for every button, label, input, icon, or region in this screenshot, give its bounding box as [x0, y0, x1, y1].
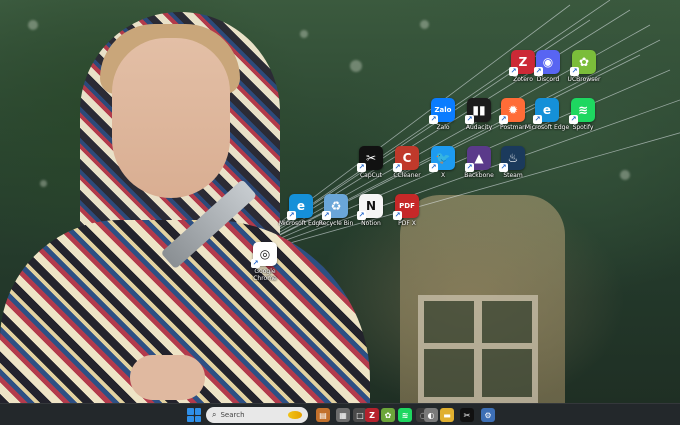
shortcut-arrow-icon: ↗ [393, 211, 402, 220]
backbone-icon: ▲ ↗ [465, 146, 491, 172]
shortcut-arrow-icon: ↗ [429, 163, 438, 172]
twitter-icon: 🐦 ↗ [429, 146, 455, 172]
zalo-glyph: Zalo [434, 106, 452, 114]
search-highlight-icon [288, 411, 302, 419]
backbone-glyph: ▲ [474, 151, 484, 165]
wallpaper-window [418, 295, 538, 403]
ccleaner-glyph: C [402, 151, 412, 165]
taskbar-tb-app-4-icon[interactable]: Z [365, 408, 379, 422]
ucbrowser-icon: ✿ ↗ [570, 50, 596, 76]
desktop-icon-steam[interactable]: ♨ ↗ Steam [490, 146, 536, 179]
search-icon: ⌕ [212, 410, 217, 419]
capcut-icon: ✂ ↗ [357, 146, 383, 172]
desktop-icon-label: Spotify [572, 124, 594, 131]
shortcut-arrow-icon: ↗ [393, 163, 402, 172]
desktop-icon-label: UCBrowser [567, 76, 601, 83]
shortcut-arrow-icon: ↗ [465, 115, 474, 124]
shortcut-arrow-icon: ↗ [251, 259, 260, 268]
taskbar-tb-app-11-icon[interactable]: ⚙ [481, 408, 495, 422]
spotify-icon: ≋ ↗ [569, 98, 595, 124]
taskbar-tb-app-10-icon[interactable]: ✂ [460, 408, 474, 422]
windows-logo-icon [194, 408, 201, 415]
wallpaper-hand [130, 355, 205, 400]
recycle-glyph: ♻ [330, 199, 342, 213]
taskbar-tb-app-5-icon[interactable]: ✿ [381, 408, 395, 422]
pdfx-glyph: PDF [399, 202, 415, 210]
search-placeholder: Search [220, 411, 245, 419]
pdfx-icon: PDF ↗ [393, 194, 419, 220]
postman-icon: ✹ ↗ [499, 98, 525, 124]
ccleaner-icon: C ↗ [393, 146, 419, 172]
desktop-icon-label: CCleaner [393, 172, 421, 179]
shortcut-arrow-icon: ↗ [534, 67, 543, 76]
desktop-icon-chrome[interactable]: ◎ ↗ Google Chrome [242, 242, 288, 282]
zalo-icon: Zalo ↗ [429, 98, 455, 124]
capcut-glyph: ✂ [365, 151, 377, 165]
desktop-icon-label: Zalo [436, 124, 450, 131]
shortcut-arrow-icon: ↗ [570, 67, 579, 76]
twitter-glyph: 🐦 [435, 151, 451, 165]
chrome-icon: ◎ ↗ [251, 242, 277, 268]
desktop-icon-label: Notion [361, 220, 381, 227]
shortcut-arrow-icon: ↗ [569, 115, 578, 124]
windows-logo-icon [194, 415, 201, 422]
taskbar-search-box[interactable]: ⌕ Search [206, 407, 308, 423]
wallpaper-face [112, 38, 230, 198]
edge-mid-icon: e ↗ [287, 194, 313, 220]
audacity-icon: ▮▮ ↗ [465, 98, 491, 124]
bokeh-light [40, 180, 47, 187]
desktop-icon-label: PDF X [398, 220, 416, 227]
taskbar-tb-app-8-icon[interactable]: ◐ [424, 408, 438, 422]
shortcut-arrow-icon: ↗ [429, 115, 438, 124]
taskbar-tb-app-2-icon[interactable]: ▦ [336, 408, 350, 422]
taskbar-tb-app-1-icon[interactable]: ▤ [316, 408, 330, 422]
desktop-icon-label: Audacity [465, 124, 493, 131]
discord-icon: ◉ ↗ [534, 50, 560, 76]
start-button[interactable] [187, 408, 201, 422]
desktop-icon-ucbrowser[interactable]: ✿ ↗ UCBrowser [561, 50, 607, 83]
postman-glyph: ✹ [507, 103, 519, 117]
desktop-icon-label: Steam [503, 172, 523, 179]
notion-glyph: N [365, 199, 377, 213]
steam-icon: ♨ ↗ [499, 146, 525, 172]
desktop-icon-pdfx[interactable]: PDF ↗ PDF X [384, 194, 430, 227]
desktop-icon-spotify[interactable]: ≋ ↗ Spotify [560, 98, 606, 131]
edge-top-glyph: e [542, 103, 552, 117]
desktop-icon-label: Google Chrome [253, 268, 277, 282]
bokeh-light [28, 20, 38, 30]
chrome-glyph: ◎ [259, 247, 271, 261]
shortcut-arrow-icon: ↗ [465, 163, 474, 172]
shortcut-arrow-icon: ↗ [357, 211, 366, 220]
shortcut-arrow-icon: ↗ [509, 67, 518, 76]
shortcut-arrow-icon: ↗ [499, 115, 508, 124]
desktop-icon-label: CapCut [359, 172, 383, 179]
ucbrowser-glyph: ✿ [578, 55, 590, 69]
audacity-glyph: ▮▮ [472, 103, 486, 117]
desktop-icon-label: X [440, 172, 446, 179]
taskbar-tb-app-9-icon[interactable]: ▬ [440, 408, 454, 422]
recycle-icon: ♻ ↗ [322, 194, 348, 220]
shortcut-arrow-icon: ↗ [533, 115, 542, 124]
edge-mid-glyph: e [296, 199, 306, 213]
shortcut-arrow-icon: ↗ [499, 163, 508, 172]
desktop-icon-label: Postman [500, 124, 526, 131]
discord-glyph: ◉ [542, 55, 554, 69]
windows-logo-icon [187, 415, 194, 422]
shortcut-arrow-icon: ↗ [357, 163, 366, 172]
shortcut-arrow-icon: ↗ [322, 211, 331, 220]
taskbar: ⌕ Search ▤ ▦ □ Z ✿ ≋ ◌ ◐ ▬ ✂ ⚙ [0, 403, 680, 425]
windows-logo-icon [187, 408, 194, 415]
taskbar-tb-app-6-icon[interactable]: ≋ [398, 408, 412, 422]
desktop-icon-label: Discord [536, 76, 560, 83]
notion-icon: N ↗ [357, 194, 383, 220]
edge-top-icon: e ↗ [533, 98, 559, 124]
spotify-glyph: ≋ [577, 103, 589, 117]
shortcut-arrow-icon: ↗ [287, 211, 296, 220]
steam-glyph: ♨ [507, 151, 519, 165]
